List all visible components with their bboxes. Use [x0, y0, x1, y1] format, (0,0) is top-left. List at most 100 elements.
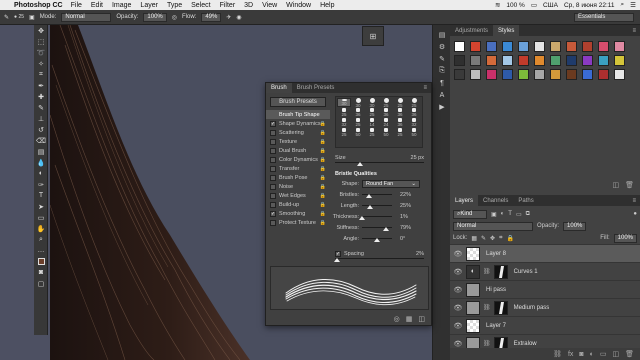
shape-select[interactable]: Round Fan ⌄ — [362, 179, 420, 188]
clone-source-icon[interactable]: ⎘ — [433, 65, 451, 77]
style-swatch[interactable] — [582, 41, 593, 52]
battery-icon[interactable]: ▭ — [531, 1, 537, 9]
tab-adjustments[interactable]: Adjustments — [450, 25, 493, 36]
brush-tip[interactable]: 30 — [351, 98, 365, 108]
clone-stamp-tool-icon[interactable]: ⊥ — [34, 113, 48, 124]
brush-tip[interactable]: 25 — [365, 128, 379, 138]
style-swatch[interactable] — [470, 55, 481, 66]
brush-tip[interactable]: 25 — [337, 108, 351, 118]
link-layers-icon[interactable]: ⛓ — [553, 350, 562, 358]
quality-value[interactable]: 22% — [400, 192, 411, 198]
menu-select[interactable]: Select — [191, 2, 210, 9]
brush-setting-item[interactable]: Build-up 🔒 — [266, 200, 330, 209]
style-swatch[interactable] — [502, 55, 513, 66]
eyedropper-tool-icon[interactable]: ✒ — [34, 80, 48, 91]
clock[interactable]: Ср, 8 июня 22:11 — [564, 2, 615, 9]
quality-slider-knob[interactable] — [359, 216, 366, 220]
brush-tip[interactable]: 30 — [337, 98, 351, 107]
layer-row[interactable]: 👁 Hi pass — [450, 280, 640, 298]
layer-name[interactable]: Medium pass — [514, 305, 550, 311]
menu-help[interactable]: Help — [320, 2, 334, 9]
layer-mask-thumbnail[interactable] — [493, 264, 508, 279]
brush-setting-item[interactable]: Brush Pose 🔒 — [266, 173, 330, 182]
flow-field[interactable]: 49% — [201, 12, 222, 22]
wifi-icon[interactable]: ≋ — [495, 1, 500, 9]
rectangle-tool-icon[interactable]: ▭ — [34, 212, 48, 223]
quick-select-tool-icon[interactable]: ✧ — [34, 58, 48, 69]
paragraph-panel-icon[interactable]: ¶ — [433, 77, 451, 89]
properties-panel-icon[interactable]: ⚙ — [433, 41, 451, 53]
tab-brush[interactable]: Brush — [266, 83, 292, 93]
brush-setting-item[interactable]: Protect Texture 🔒 — [266, 218, 330, 227]
lock-transparent-icon[interactable]: ▦ — [471, 235, 477, 242]
quality-slider-knob[interactable] — [365, 194, 372, 198]
airbrush-icon[interactable]: ✈ — [226, 14, 231, 21]
brush-setting-item[interactable]: Brush Tip Shape — [266, 110, 330, 119]
visibility-eye-icon[interactable]: 👁 — [453, 322, 463, 330]
layer-name[interactable]: Curves 1 — [514, 269, 538, 275]
brush-setting-item[interactable]: Dual Brush 🔒 — [266, 146, 330, 155]
brush-tip[interactable]: 25 — [393, 98, 407, 108]
type-tool-icon[interactable]: T — [34, 190, 48, 201]
brush-tip[interactable]: 36 — [379, 108, 393, 118]
visibility-eye-icon[interactable]: 👁 — [453, 286, 463, 294]
quality-slider-knob[interactable] — [374, 238, 380, 242]
brush-setting-checkbox[interactable] — [270, 165, 276, 172]
brush-tip[interactable]: 36 — [393, 118, 407, 128]
lock-icon[interactable]: 🔒 — [320, 166, 326, 172]
app-name-menu[interactable]: Photoshop CC — [14, 2, 63, 9]
lock-pixels-icon[interactable]: ✎ — [481, 235, 486, 242]
style-swatch[interactable] — [486, 55, 497, 66]
brush-presets-button[interactable]: Brush Presets — [270, 97, 326, 107]
new-group-icon[interactable]: ▭ — [600, 350, 607, 358]
layer-name[interactable]: Layer 8 — [486, 251, 506, 257]
layer-name[interactable]: Extralow — [514, 341, 537, 347]
eraser-tool-icon[interactable]: ⌫ — [34, 135, 48, 146]
quality-value[interactable]: 25% — [400, 203, 411, 209]
brush-setting-checkbox[interactable]: ✓ — [270, 120, 276, 127]
brush-tip[interactable]: 25 — [351, 118, 365, 128]
lock-icon[interactable]: 🔒 — [320, 130, 326, 136]
history-brush-tool-icon[interactable]: ↺ — [34, 124, 48, 135]
character-panel-icon[interactable]: A — [433, 89, 451, 101]
mode-select[interactable]: Normal — [61, 12, 112, 22]
style-swatch[interactable] — [502, 69, 513, 80]
layer-thumbnail[interactable]: ◐ — [466, 264, 480, 279]
move-tool-icon[interactable]: ✥ — [34, 25, 48, 36]
mask-link-icon[interactable]: ⛓ — [483, 304, 491, 311]
marquee-tool-icon[interactable]: ⬚ — [34, 36, 48, 47]
info-widget-icon[interactable]: ⊞ — [362, 26, 384, 46]
locale-indicator[interactable]: США — [543, 2, 558, 9]
layer-row[interactable]: 👁 Layer 7 — [450, 316, 640, 334]
brush-tip[interactable]: 25 — [407, 98, 421, 108]
filter-adjust-icon[interactable]: ◐ — [501, 211, 505, 217]
brush-setting-item[interactable]: Scattering 🔒 — [266, 128, 330, 137]
tab-paths[interactable]: Paths — [513, 195, 538, 206]
style-swatch[interactable] — [470, 41, 481, 52]
brush-setting-checkbox[interactable] — [270, 129, 276, 136]
style-swatch[interactable] — [486, 69, 497, 80]
style-swatch[interactable] — [614, 41, 625, 52]
menu-3d[interactable]: 3D — [244, 2, 253, 9]
menu-layer[interactable]: Layer — [140, 2, 158, 9]
brush-setting-checkbox[interactable] — [270, 138, 276, 145]
brush-tip[interactable]: 25 — [337, 128, 351, 138]
brush-tip[interactable]: 50 — [407, 128, 421, 138]
battery-text[interactable]: 100 % — [506, 2, 524, 9]
menu-filter[interactable]: Filter — [220, 2, 236, 9]
quality-slider-knob[interactable] — [382, 227, 389, 231]
style-swatch[interactable] — [566, 69, 577, 80]
layer-row[interactable]: 👁 Layer 8 — [450, 244, 640, 262]
lock-icon[interactable]: 🔒 — [320, 148, 326, 154]
style-swatch[interactable] — [582, 69, 593, 80]
brush-setting-checkbox[interactable]: ✓ — [270, 210, 276, 217]
lock-artboard-icon[interactable]: ⌗ — [499, 235, 502, 242]
layer-filter-select[interactable]: ⌕ Kind — [453, 209, 487, 219]
layer-row[interactable]: 👁 ⛓ Medium pass — [450, 298, 640, 316]
new-style-icon[interactable]: ◫ — [612, 181, 619, 191]
quick-mask-icon[interactable]: ◙ — [34, 267, 48, 278]
style-swatch[interactable] — [502, 41, 513, 52]
brush-preset-picker[interactable]: ● 25 — [14, 14, 24, 20]
fill-field[interactable]: 100% — [613, 233, 637, 243]
layer-row[interactable]: 👁 ◐ ⛓ Curves 1 — [450, 262, 640, 280]
